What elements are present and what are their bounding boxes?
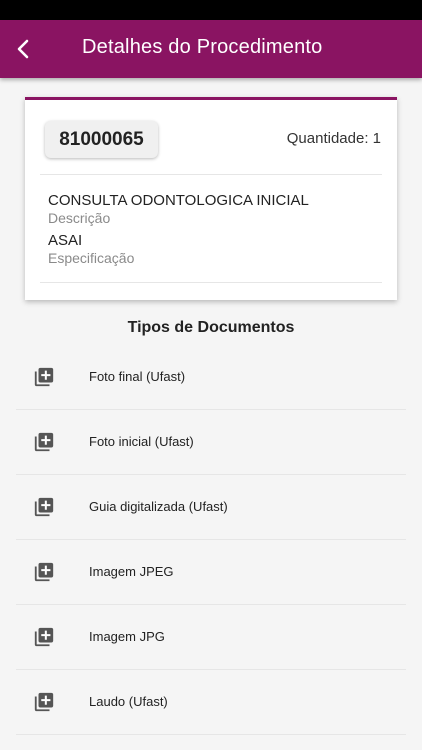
list-item[interactable]: Imagem JPEG (0, 540, 422, 605)
document-type-label: Laudo (Ufast) (89, 694, 168, 709)
add-to-library-icon (34, 627, 54, 647)
description-value: CONSULTA ODONTOLOGICA INICIAL (48, 192, 309, 209)
list-item[interactable]: Laudo (Ufast) (0, 670, 422, 735)
status-bar (0, 0, 422, 20)
add-to-library-icon (34, 367, 54, 387)
procedure-card: 81000065 Quantidade: 1 CONSULTA ODONTOLO… (25, 97, 397, 300)
document-type-label: Guia digitalizada (Ufast) (89, 499, 228, 514)
row-divider (16, 734, 406, 735)
document-type-label: Foto final (Ufast) (89, 369, 186, 384)
specification-label: Especificação (48, 250, 135, 266)
documents-section-title: Tipos de Documentos (127, 319, 295, 336)
document-type-list: Foto final (Ufast) Foto inicial (Ufast) … (0, 345, 422, 735)
document-type-label: Imagem JPEG (89, 564, 174, 579)
description-label: Descrição (48, 210, 111, 226)
back-arrow-icon[interactable] (12, 37, 36, 61)
card-divider (40, 282, 382, 283)
app-bar: Detalhes do Procedimento (0, 20, 422, 78)
procedure-code-chip: 81000065 (45, 121, 158, 158)
list-item[interactable]: Imagem JPG (0, 605, 422, 670)
list-item[interactable]: Foto inicial (Ufast) (0, 410, 422, 475)
list-item[interactable]: Guia digitalizada (Ufast) (0, 475, 422, 540)
quantity-text: Quantidade: 1 (286, 130, 381, 147)
page-title: Detalhes do Procedimento (82, 36, 323, 58)
add-to-library-icon (34, 432, 54, 452)
add-to-library-icon (34, 497, 54, 517)
card-divider (40, 174, 382, 175)
document-type-label: Imagem JPG (89, 629, 165, 644)
specification-value: ASAI (48, 232, 83, 249)
add-to-library-icon (34, 692, 54, 712)
list-item[interactable]: Foto final (Ufast) (0, 345, 422, 410)
add-to-library-icon (34, 562, 54, 582)
document-type-label: Foto inicial (Ufast) (89, 434, 194, 449)
